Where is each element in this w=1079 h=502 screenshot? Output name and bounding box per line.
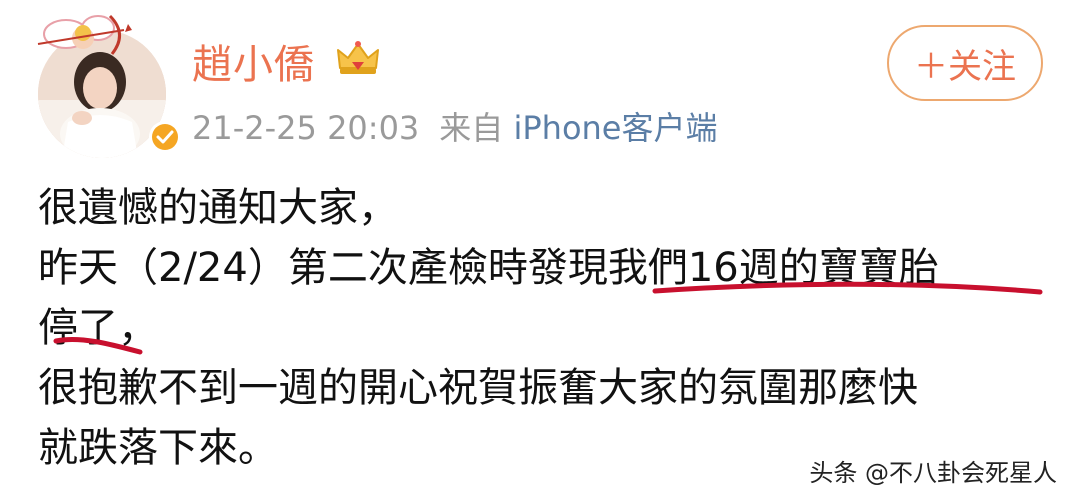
source-prefix: 来自 [439, 109, 504, 147]
post-content: 很遺憾的通知大家， 昨天（2/24）第二次產檢時發現我們16週的寶寶胎 停了， … [38, 178, 1048, 478]
content-line: 昨天（2/24）第二次產檢時發現我們16週的寶寶胎 [38, 245, 939, 291]
content-line: 很抱歉不到一週的開心祝賀振奮大家的氛圍那麼快 [38, 365, 918, 411]
watermark: 头条 @不八卦会死星人 [809, 459, 1057, 487]
avatar-container[interactable] [30, 8, 181, 158]
crown-icon [337, 41, 379, 74]
content-line: 停了， [38, 305, 158, 351]
verified-badge-icon [149, 121, 181, 153]
content-line: 很遺憾的通知大家， [38, 185, 398, 231]
source-client-link[interactable]: iPhone客户端 [513, 109, 717, 147]
username[interactable]: 趙小僑 [192, 32, 315, 90]
cupid-icon [37, 14, 132, 55]
post-meta: 21-2-25 20:03 来自 iPhone客户端 [192, 103, 718, 149]
post-timestamp: 21-2-25 20:03 [192, 109, 420, 147]
follow-button[interactable]: ＋关注 [887, 25, 1043, 101]
